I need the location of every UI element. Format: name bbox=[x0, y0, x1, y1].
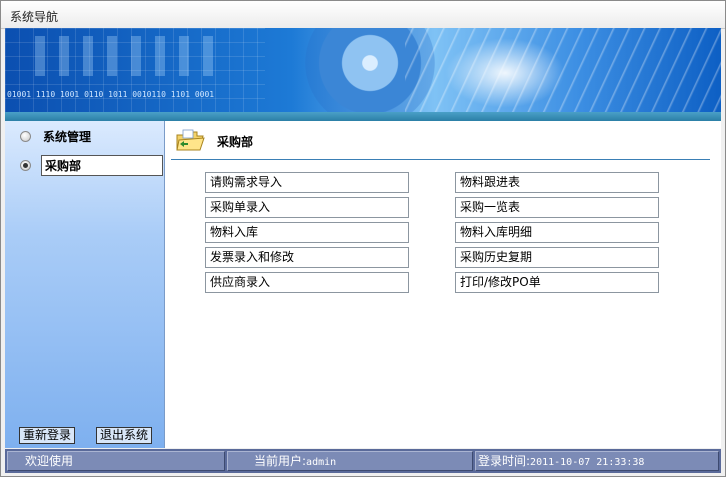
link-material-tracking[interactable]: 物料跟进表 bbox=[455, 172, 659, 193]
link-material-receiving[interactable]: 物料入库 bbox=[205, 222, 409, 243]
link-supplier-entry[interactable]: 供应商录入 bbox=[205, 272, 409, 293]
sidebar-item-system-management[interactable]: 系统管理 bbox=[5, 125, 164, 147]
link-print-po[interactable]: 打印/修改PO单 bbox=[455, 272, 659, 293]
app-window: 系统导航 01001 1110 1001 0110 1011 0010110 1… bbox=[0, 0, 726, 477]
main-panel: 采购部 请购需求导入 采购单录入 物料入库 发票录入和修改 供应商录入 物料跟进… bbox=[165, 121, 721, 448]
banner-stripe bbox=[5, 112, 721, 121]
status-welcome-text: 欢迎使用 bbox=[25, 454, 74, 468]
status-user-label: 当前用户: bbox=[254, 454, 307, 468]
sidebar-item-purchasing[interactable]: 采购部 bbox=[5, 154, 164, 176]
link-purchase-order-entry[interactable]: 采购单录入 bbox=[205, 197, 409, 218]
sidebar-item-label: 系统管理 bbox=[43, 130, 92, 144]
link-purchase-history[interactable]: 采购历史复期 bbox=[455, 247, 659, 268]
banner-squares-decoration bbox=[35, 36, 215, 76]
banner-glow bbox=[445, 38, 565, 108]
status-current-user: 当前用户:admin bbox=[227, 451, 473, 471]
banner-binary-text: 01001 1110 1001 0110 1011 0010110 1101 0… bbox=[7, 90, 215, 99]
folder-icon bbox=[176, 129, 205, 151]
status-user-value: admin bbox=[306, 457, 337, 468]
sidebar: 系统管理 采购部 重新登录 退出系统 bbox=[5, 121, 165, 448]
window-title: 系统导航 bbox=[10, 10, 59, 24]
status-login-value: 2011-10-07 21:33:38 bbox=[530, 457, 645, 468]
status-login-label: 登录时间: bbox=[478, 454, 531, 468]
link-purchase-request-import[interactable]: 请购需求导入 bbox=[205, 172, 409, 193]
header-banner: 01001 1110 1001 0110 1011 0010110 1101 0… bbox=[5, 28, 721, 112]
link-receiving-detail[interactable]: 物料入库明细 bbox=[455, 222, 659, 243]
exit-system-button[interactable]: 退出系统 bbox=[96, 427, 153, 444]
relogin-button[interactable]: 重新登录 bbox=[19, 427, 76, 444]
status-login-time: 登录时间:2011-10-07 21:33:38 bbox=[475, 451, 719, 471]
department-title: 采购部 bbox=[217, 135, 254, 149]
sidebar-item-label: 采购部 bbox=[41, 155, 163, 176]
radio-icon[interactable] bbox=[20, 131, 31, 142]
radio-selected-icon[interactable] bbox=[20, 160, 31, 171]
link-purchase-overview[interactable]: 采购一览表 bbox=[455, 197, 659, 218]
link-invoice-entry[interactable]: 发票录入和修改 bbox=[205, 247, 409, 268]
status-bar: 欢迎使用 当前用户:admin 登录时间:2011-10-07 21:33:38 bbox=[5, 449, 721, 473]
status-welcome: 欢迎使用 bbox=[7, 451, 225, 471]
title-divider bbox=[171, 159, 710, 160]
title-bar: 系统导航 bbox=[1, 1, 725, 29]
